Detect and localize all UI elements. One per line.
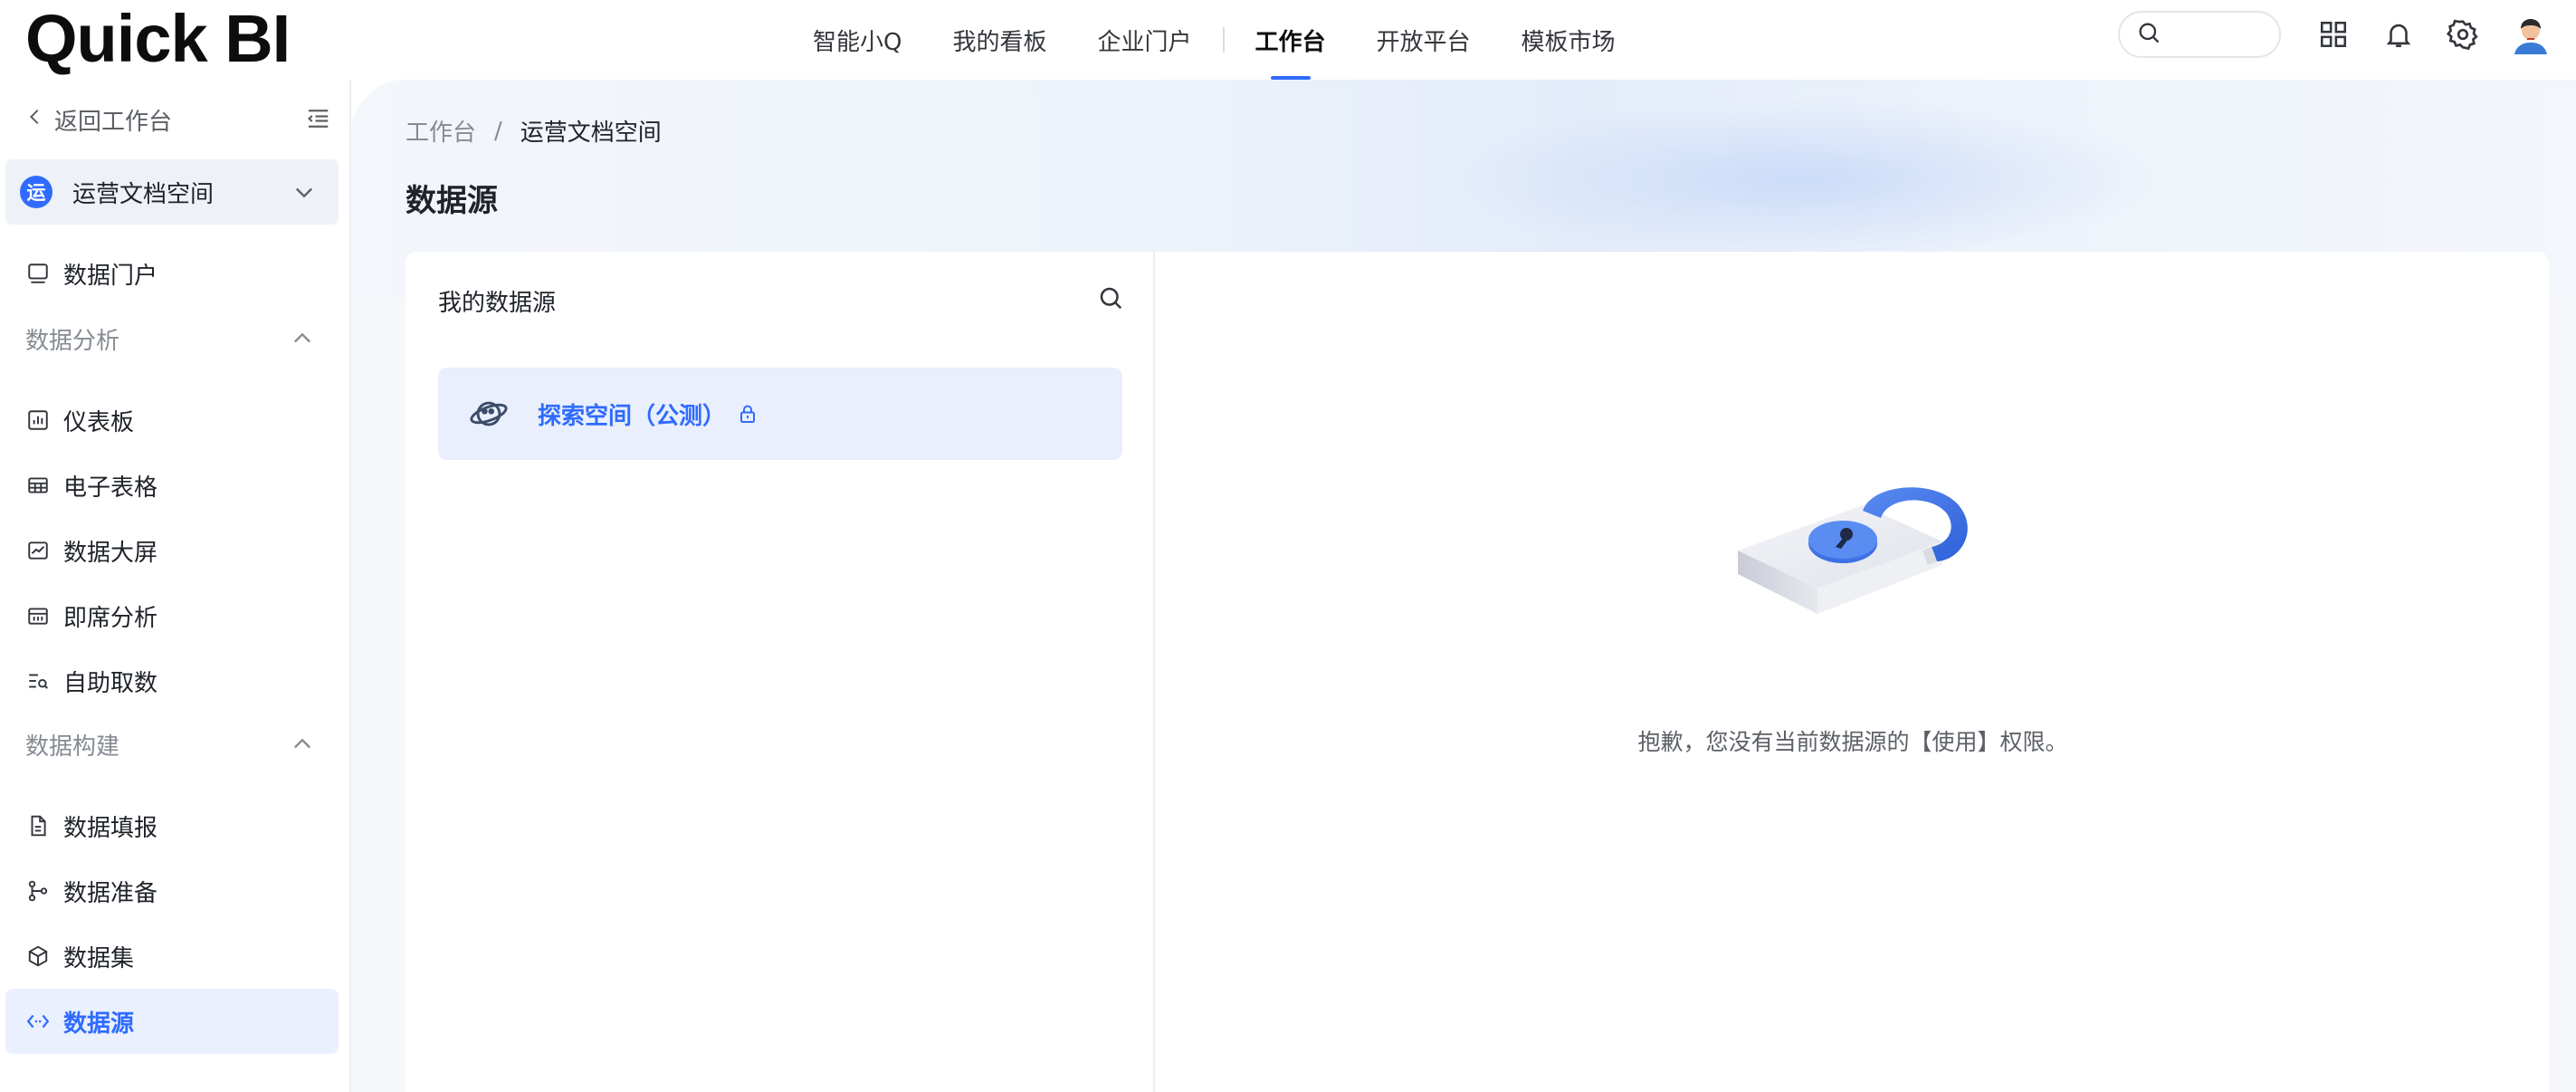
sidebar-item-data-portal[interactable]: 数据门户 — [5, 241, 339, 306]
planet-icon — [469, 394, 509, 434]
breadcrumb: 工作台 / 运营文档空间 — [405, 114, 662, 148]
main-content: 工作台 / 运营文档空间 数据源 我的数据源 探索空间（公测） 抱歉，您没有当前… — [351, 80, 2576, 1092]
datasource-panel: 我的数据源 探索空间（公测） 抱歉，您没有当前数据源的【使用】权限。 — [405, 252, 2549, 1092]
sidebar-item-label: 仪表板 — [63, 408, 135, 436]
workspace-name: 运营文档空间 — [72, 180, 215, 208]
page-title: 数据源 — [405, 183, 498, 219]
global-search-input[interactable] — [2118, 11, 2281, 58]
nav-my-boards[interactable]: 我的看板 — [927, 0, 1072, 80]
sidebar-item-label: 数据门户 — [63, 262, 158, 290]
line-chart-icon — [25, 538, 51, 563]
sidebar-item-label: 自助取数 — [63, 669, 158, 697]
cube-icon — [25, 944, 51, 969]
list-item[interactable]: 探索空间（公测） — [438, 368, 1122, 460]
menu-group-data-build[interactable]: 数据构建 — [25, 724, 315, 764]
top-bar: Quick BI 智能小Q 我的看板 企业门户 工作台 开放平台 模板市场 — [0, 0, 2576, 80]
flow-nodes-icon — [25, 878, 51, 904]
datasource-list-pane: 我的数据源 探索空间（公测） — [405, 252, 1155, 1092]
sidebar-item-big-screen[interactable]: 数据大屏 — [5, 518, 339, 583]
gear-icon[interactable] — [2445, 16, 2481, 53]
chevron-left-icon — [25, 106, 45, 133]
workspace-badge: 运 — [20, 176, 52, 208]
quick-bi-logo[interactable]: Quick BI — [25, 1, 291, 76]
datasource-name: 探索空间（公测） — [538, 402, 727, 430]
workspace-selector[interactable]: 运 运营文档空间 — [5, 159, 339, 225]
sidebar: 返回工作台 运 运营文档空间 数据门户 数据分析 仪表板 电子表格 数据大屏 即… — [0, 80, 351, 1092]
lock-icon — [737, 403, 758, 425]
chevron-up-icon — [290, 326, 315, 351]
nav-smart-q[interactable]: 智能小Q — [787, 0, 927, 80]
avatar[interactable] — [2509, 13, 2552, 56]
breadcrumb-workbench[interactable]: 工作台 — [405, 114, 476, 148]
nav-enterprise-portal[interactable]: 企业门户 — [1072, 0, 1216, 80]
sidebar-item-dataset[interactable]: 数据集 — [5, 924, 339, 989]
locked-padlock-illustration — [1736, 478, 2008, 659]
document-icon — [25, 813, 51, 838]
chevron-down-icon — [291, 179, 317, 205]
sidebar-item-adhoc-analysis[interactable]: 即席分析 — [5, 583, 339, 648]
nav-template-market[interactable]: 模板市场 — [1496, 0, 1641, 80]
sidebar-item-datasource[interactable]: 数据源 — [5, 989, 339, 1054]
list-title: 我的数据源 — [438, 290, 557, 317]
bar-chart-icon — [25, 407, 51, 433]
sidebar-item-label: 数据源 — [63, 1010, 135, 1038]
nav-open-platform[interactable]: 开放平台 — [1351, 0, 1496, 80]
menu-group-data-analysis[interactable]: 数据分析 — [25, 319, 315, 359]
breadcrumb-separator: / — [494, 117, 502, 145]
search-icon — [2136, 20, 2161, 49]
nav-divider — [1222, 27, 1225, 53]
sidebar-item-self-service[interactable]: 自助取数 — [5, 648, 339, 714]
sidebar-item-label: 数据大屏 — [63, 539, 158, 567]
bell-icon[interactable] — [2380, 16, 2417, 53]
monitor-icon — [25, 261, 51, 286]
collapse-sidebar-icon[interactable] — [304, 105, 333, 134]
sidebar-item-label: 数据准备 — [63, 879, 158, 907]
search-icon[interactable] — [1097, 284, 1124, 311]
sidebar-item-dashboard[interactable]: 仪表板 — [5, 388, 339, 453]
code-brackets-icon — [25, 1009, 51, 1034]
sidebar-item-label: 数据填报 — [63, 814, 158, 842]
back-label: 返回工作台 — [54, 108, 173, 136]
apps-grid-icon[interactable] — [2315, 16, 2352, 53]
chevron-up-icon — [290, 732, 315, 757]
sidebar-item-data-prep[interactable]: 数据准备 — [5, 858, 339, 924]
datasource-detail-pane: 抱歉，您没有当前数据源的【使用】权限。 — [1157, 252, 2549, 1092]
sidebar-item-data-fill[interactable]: 数据填报 — [5, 793, 339, 858]
no-permission-message: 抱歉，您没有当前数据源的【使用】权限。 — [1637, 729, 2068, 755]
back-to-workbench-link[interactable]: 返回工作台 — [25, 100, 172, 139]
top-nav: 智能小Q 我的看板 企业门户 工作台 开放平台 模板市场 — [787, 0, 1641, 80]
menu-group-label: 数据分析 — [25, 327, 120, 355]
menu-group-label: 数据构建 — [25, 733, 120, 761]
sidebar-item-label: 数据集 — [63, 944, 135, 972]
nav-workbench[interactable]: 工作台 — [1230, 0, 1351, 80]
sidebar-item-spreadsheet[interactable]: 电子表格 — [5, 453, 339, 518]
sidebar-item-label: 即席分析 — [63, 604, 158, 632]
calendar-grid-icon — [25, 603, 51, 628]
list-search-icon — [25, 668, 51, 694]
table-icon — [25, 473, 51, 498]
breadcrumb-current: 运营文档空间 — [520, 120, 662, 147]
sidebar-item-label: 电子表格 — [63, 474, 158, 502]
